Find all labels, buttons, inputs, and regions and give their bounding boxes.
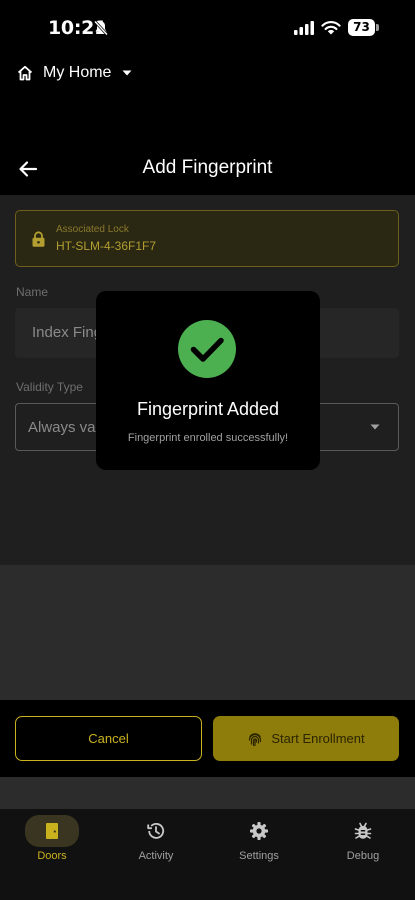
gear-icon — [250, 822, 268, 840]
bug-icon — [354, 822, 372, 839]
status-bar: 10:21 73 — [0, 0, 415, 56]
cellular-signal-icon — [294, 21, 314, 35]
success-dialog: Fingerprint Added Fingerprint enrolled s… — [96, 291, 320, 470]
app-bar: Add Fingerprint — [0, 148, 415, 190]
dropdown-arrow-icon — [370, 424, 380, 430]
home-name: My Home — [43, 64, 112, 81]
name-label: Name — [16, 285, 49, 299]
history-icon — [147, 823, 165, 839]
nav-label-settings: Settings — [239, 850, 279, 862]
associated-lock-caption: Associated Lock — [56, 224, 129, 235]
page-title: Add Fingerprint — [142, 157, 273, 178]
action-bar: Cancel Start Enrollment — [0, 700, 415, 777]
associated-lock-field: Associated Lock HT-SLM-4-36F1F7 — [15, 210, 399, 267]
nav-label-debug: Debug — [346, 850, 380, 862]
wifi-icon — [321, 21, 341, 35]
fingerprint-icon — [249, 732, 262, 746]
spacer — [0, 777, 415, 809]
nav-label-activity: Activity — [138, 850, 174, 862]
cancel-label: Cancel — [88, 731, 129, 746]
nav-item-activity[interactable]: Activity — [111, 815, 201, 875]
dialog-title: Fingerprint Added — [136, 399, 280, 419]
validity-type-label: Validity Type — [16, 380, 83, 394]
chevron-down-icon — [122, 70, 132, 76]
nav-item-debug[interactable]: Debug — [318, 815, 408, 875]
start-enrollment-button[interactable]: Start Enrollment — [213, 716, 399, 761]
battery-indicator: 73 — [348, 19, 379, 36]
lock-icon — [32, 231, 45, 247]
associated-lock-value: HT-SLM-4-36F1F7 — [56, 239, 157, 253]
empty-area — [0, 565, 415, 700]
validity-type-value: Always vali — [28, 419, 103, 436]
door-icon — [46, 823, 58, 839]
back-arrow-icon[interactable] — [17, 158, 39, 180]
home-icon — [17, 65, 33, 81]
nav-item-doors[interactable]: Doors — [7, 815, 97, 875]
nav-label-doors: Doors — [37, 850, 67, 862]
check-circle-icon — [178, 320, 236, 378]
nav-item-settings[interactable]: Settings — [214, 815, 304, 875]
home-selector[interactable]: My Home — [16, 60, 133, 86]
cancel-button[interactable]: Cancel — [15, 716, 202, 761]
dialog-message: Fingerprint enrolled successfully! — [127, 432, 289, 444]
bell-muted-icon — [93, 20, 109, 36]
start-enrollment-label: Start Enrollment — [271, 731, 365, 746]
name-value: Index Fing — [32, 324, 103, 341]
battery-level: 73 — [353, 20, 370, 34]
bottom-navigation: Doors Activity Settings Debug — [0, 809, 415, 900]
